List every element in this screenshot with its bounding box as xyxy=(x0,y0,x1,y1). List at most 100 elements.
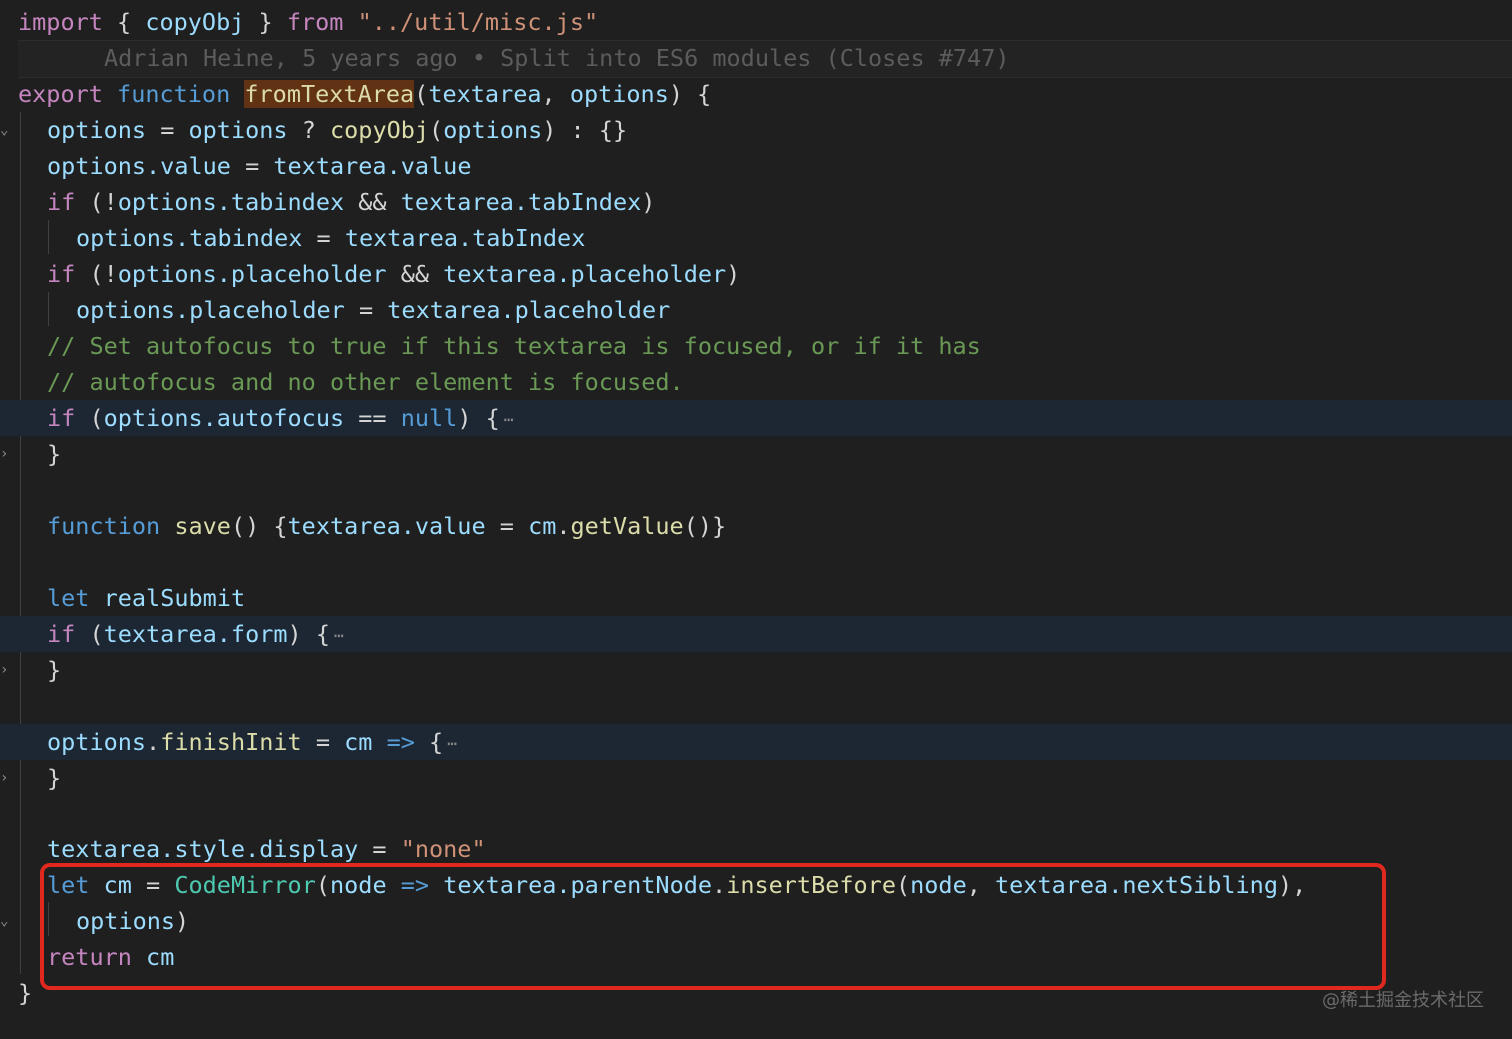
punct: = xyxy=(301,728,345,756)
punct: ) { xyxy=(287,620,330,648)
keyword: export xyxy=(18,80,103,108)
keyword: import xyxy=(18,8,103,36)
punct: ) : {} xyxy=(542,116,628,144)
identifier: realSubmit xyxy=(103,584,246,612)
identifier: cm xyxy=(528,512,557,540)
code-line-24[interactable]: textarea.style.display = "none" xyxy=(0,831,1512,867)
identifier: textarea.value xyxy=(273,152,472,180)
code-line-5[interactable]: options.value = textarea.value xyxy=(0,148,1512,184)
punct: ( xyxy=(429,116,444,144)
punct: ? xyxy=(287,116,330,144)
punct: } xyxy=(47,764,62,792)
punct: = xyxy=(230,152,274,180)
keyword: if xyxy=(47,188,76,216)
identifier: textarea.value xyxy=(287,512,486,540)
identifier: textarea.placeholder xyxy=(443,260,727,288)
punct: ) xyxy=(641,188,656,216)
parameter: textarea xyxy=(428,80,542,108)
comment: // Set autofocus to true if this textare… xyxy=(47,332,981,360)
code-line-22[interactable]: } xyxy=(0,760,1512,796)
punct xyxy=(103,80,117,108)
parameter: options xyxy=(569,80,669,108)
folded-ellipsis-icon[interactable]: ⋯ xyxy=(447,726,457,762)
code-line-17[interactable]: let realSubmit xyxy=(0,580,1512,616)
punct: && xyxy=(386,260,444,288)
identifier: options.tabindex xyxy=(76,224,303,252)
keyword: from xyxy=(286,8,344,36)
code-line-19[interactable]: } xyxy=(0,652,1512,688)
folded-ellipsis-icon[interactable]: ⋯ xyxy=(504,402,514,438)
punct: ( xyxy=(75,404,104,432)
keyword: if xyxy=(47,260,76,288)
punct: ) { xyxy=(457,404,500,432)
punct xyxy=(160,512,174,540)
identifier: textarea.style.display xyxy=(47,835,359,863)
punct: = xyxy=(485,512,529,540)
punct xyxy=(230,80,244,108)
punct: (! xyxy=(75,188,118,216)
punct: () { xyxy=(230,512,288,540)
code-line-3[interactable]: ⌄ export function fromTextArea(textarea,… xyxy=(0,76,1512,138)
identifier: options xyxy=(47,116,147,144)
punct xyxy=(343,8,357,36)
identifier: textarea.tabIndex xyxy=(344,224,586,252)
identifier: textarea.form xyxy=(103,620,288,648)
git-blame-text: Adrian Heine, 5 years ago • Split into E… xyxy=(104,44,1010,72)
punct xyxy=(372,728,386,756)
identifier: options.placeholder xyxy=(117,260,387,288)
code-line-8[interactable]: if (!options.placeholder && textarea.pla… xyxy=(0,256,1512,292)
identifier: options.value xyxy=(47,152,231,180)
punct: = xyxy=(302,224,345,252)
punct: } xyxy=(244,8,287,36)
identifier: options xyxy=(188,116,288,144)
parameter: cm xyxy=(344,728,373,756)
identifier: options.tabindex xyxy=(117,188,345,216)
code-line-9[interactable]: options.placeholder = textarea.placehold… xyxy=(0,292,1512,328)
code-line-12-folded[interactable]: › if (options.autofocus == null) {⋯ xyxy=(0,400,1512,462)
keyword: function xyxy=(117,80,231,108)
function-call: getValue xyxy=(570,512,684,540)
punct: = xyxy=(358,835,401,863)
code-line-10[interactable]: // Set autofocus to true if this textare… xyxy=(0,328,1512,364)
punct: { xyxy=(414,728,444,756)
code-line-1[interactable]: import { copyObj } from "../util/misc.js… xyxy=(0,4,1512,40)
comment: // autofocus and no other element is foc… xyxy=(47,368,684,396)
keyword: if xyxy=(47,620,76,648)
punct: ) { xyxy=(668,80,712,108)
identifier: textarea.placeholder xyxy=(387,296,671,324)
code-editor[interactable]: import { copyObj } from "../util/misc.js… xyxy=(0,0,1512,1039)
folded-ellipsis-icon[interactable]: ⋯ xyxy=(334,618,344,654)
git-blame-line[interactable]: Adrian Heine, 5 years ago • Split into E… xyxy=(0,40,1512,76)
string-literal: "none" xyxy=(400,835,486,863)
identifier: options xyxy=(443,116,543,144)
punct: ( xyxy=(414,80,429,108)
identifier: textarea.tabIndex xyxy=(400,188,642,216)
identifier: options.autofocus xyxy=(103,404,345,432)
string-literal: "../util/misc.js" xyxy=(357,8,599,36)
punct: && xyxy=(344,188,401,216)
punct: = xyxy=(146,116,189,144)
punct: } xyxy=(18,979,33,1007)
code-line-13[interactable]: } xyxy=(0,436,1512,472)
punct: (! xyxy=(75,260,118,288)
keyword: function xyxy=(47,512,161,540)
punct: . xyxy=(556,512,571,540)
code-line-21-folded[interactable]: › options.finishInit = cm => {⋯ xyxy=(0,724,1512,786)
punct: } xyxy=(47,656,62,684)
code-line-7[interactable]: options.tabindex = textarea.tabIndex xyxy=(0,220,1512,256)
punct: ( xyxy=(75,620,104,648)
identifier: options.placeholder xyxy=(76,296,345,324)
function-name: save xyxy=(174,512,231,540)
code-line-15[interactable]: function save() {textarea.value = cm.get… xyxy=(0,508,1512,544)
keyword: null xyxy=(400,404,458,432)
identifier: options xyxy=(47,728,147,756)
code-line-4[interactable]: options = options ? copyObj(options) : {… xyxy=(0,112,1512,148)
punct: == xyxy=(344,404,401,432)
code-line-11[interactable]: // autofocus and no other element is foc… xyxy=(0,364,1512,400)
punct: { xyxy=(102,8,146,36)
function-name: finishInit xyxy=(160,728,302,756)
code-line-18-folded[interactable]: › if (textarea.form) {⋯ xyxy=(0,616,1512,678)
punct: } xyxy=(47,440,62,468)
code-line-6[interactable]: if (!options.tabindex && textarea.tabInd… xyxy=(0,184,1512,220)
punct: = xyxy=(344,296,388,324)
